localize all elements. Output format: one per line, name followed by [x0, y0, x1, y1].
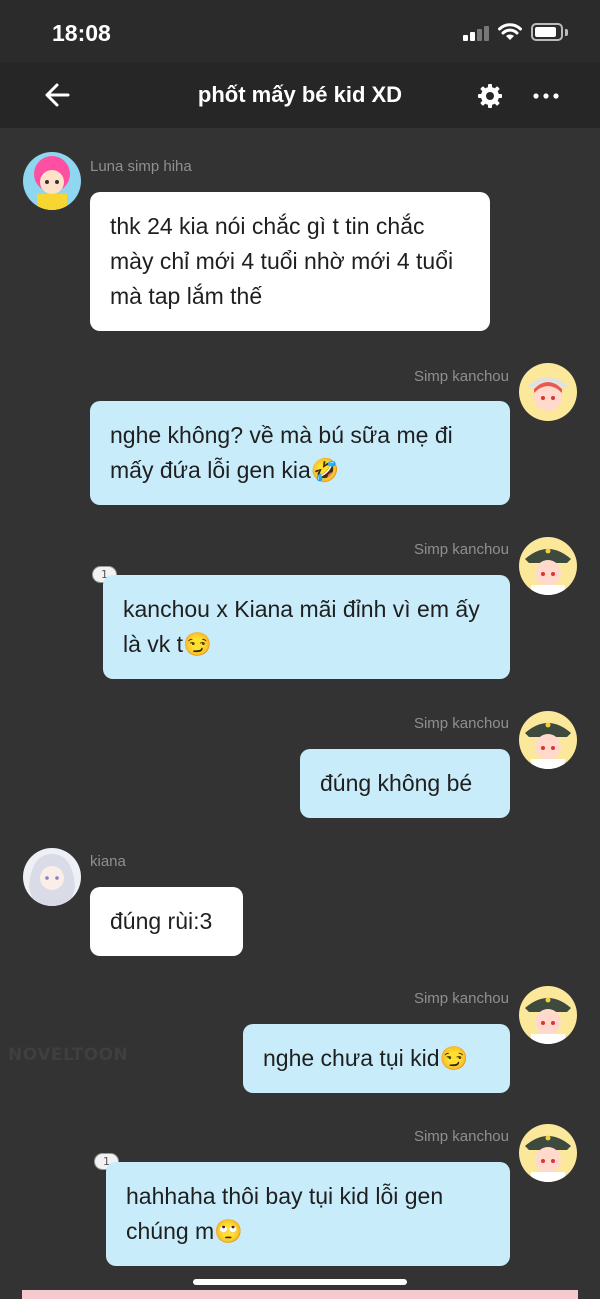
sender-name: kiana	[90, 853, 126, 870]
avatar-simp-kanchou[interactable]	[519, 711, 577, 769]
sender-name: Simp kanchou	[413, 541, 509, 558]
avatar-simp-kanchou[interactable]	[519, 537, 577, 595]
avatar-kiana[interactable]	[23, 848, 81, 906]
message-bubble[interactable]: nghe chưa tụi kid😏	[243, 1024, 510, 1093]
avatar-simp-kanchou[interactable]	[519, 986, 577, 1044]
avatar-luna[interactable]	[23, 152, 81, 210]
back-arrow-icon[interactable]	[40, 76, 78, 114]
message-bubble[interactable]: thk 24 kia nói chắc gì t tin chắc mày ch…	[90, 192, 490, 331]
gear-icon[interactable]	[476, 82, 504, 110]
message-bubble[interactable]: kanchou x Kiana mãi đỉnh vì em ấy là vk …	[103, 575, 510, 679]
more-icon[interactable]	[530, 82, 562, 110]
status-bar: 18:08	[0, 0, 600, 62]
message-bubble[interactable]: đúng không bé	[300, 749, 510, 818]
wifi-icon	[498, 23, 522, 40]
sender-name: Simp kanchou	[413, 990, 509, 1007]
message-bubble[interactable]: đúng rùi:3	[90, 887, 243, 956]
chat-title: phốt mấy bé kid XD	[197, 82, 403, 107]
watermark-logo: NOVELTOON	[8, 1045, 129, 1065]
signal-icon	[463, 25, 489, 41]
message-bubble[interactable]: hahhaha thôi bay tụi kid lỗi gen chúng m…	[106, 1162, 510, 1266]
sender-name: Simp kanchou	[413, 1128, 509, 1145]
status-time: 18:08	[52, 20, 111, 46]
avatar-simp-kanchou[interactable]	[519, 1124, 577, 1182]
bottom-banner-edge	[22, 1290, 578, 1299]
avatar-simp-kanchou[interactable]	[519, 363, 577, 421]
message-list[interactable]: Luna simp hiha thk 24 kia nói chắc gì t …	[0, 128, 600, 1299]
home-indicator[interactable]	[193, 1279, 407, 1285]
sender-name: Simp kanchou	[413, 715, 509, 732]
message-bubble[interactable]: nghe không? về mà bú sữa mẹ đi mấy đứa l…	[90, 401, 510, 505]
chat-header: phốt mấy bé kid XD	[0, 62, 600, 128]
sender-name: Simp kanchou	[413, 368, 509, 385]
battery-icon	[531, 23, 563, 41]
sender-name: Luna simp hiha	[90, 158, 192, 175]
